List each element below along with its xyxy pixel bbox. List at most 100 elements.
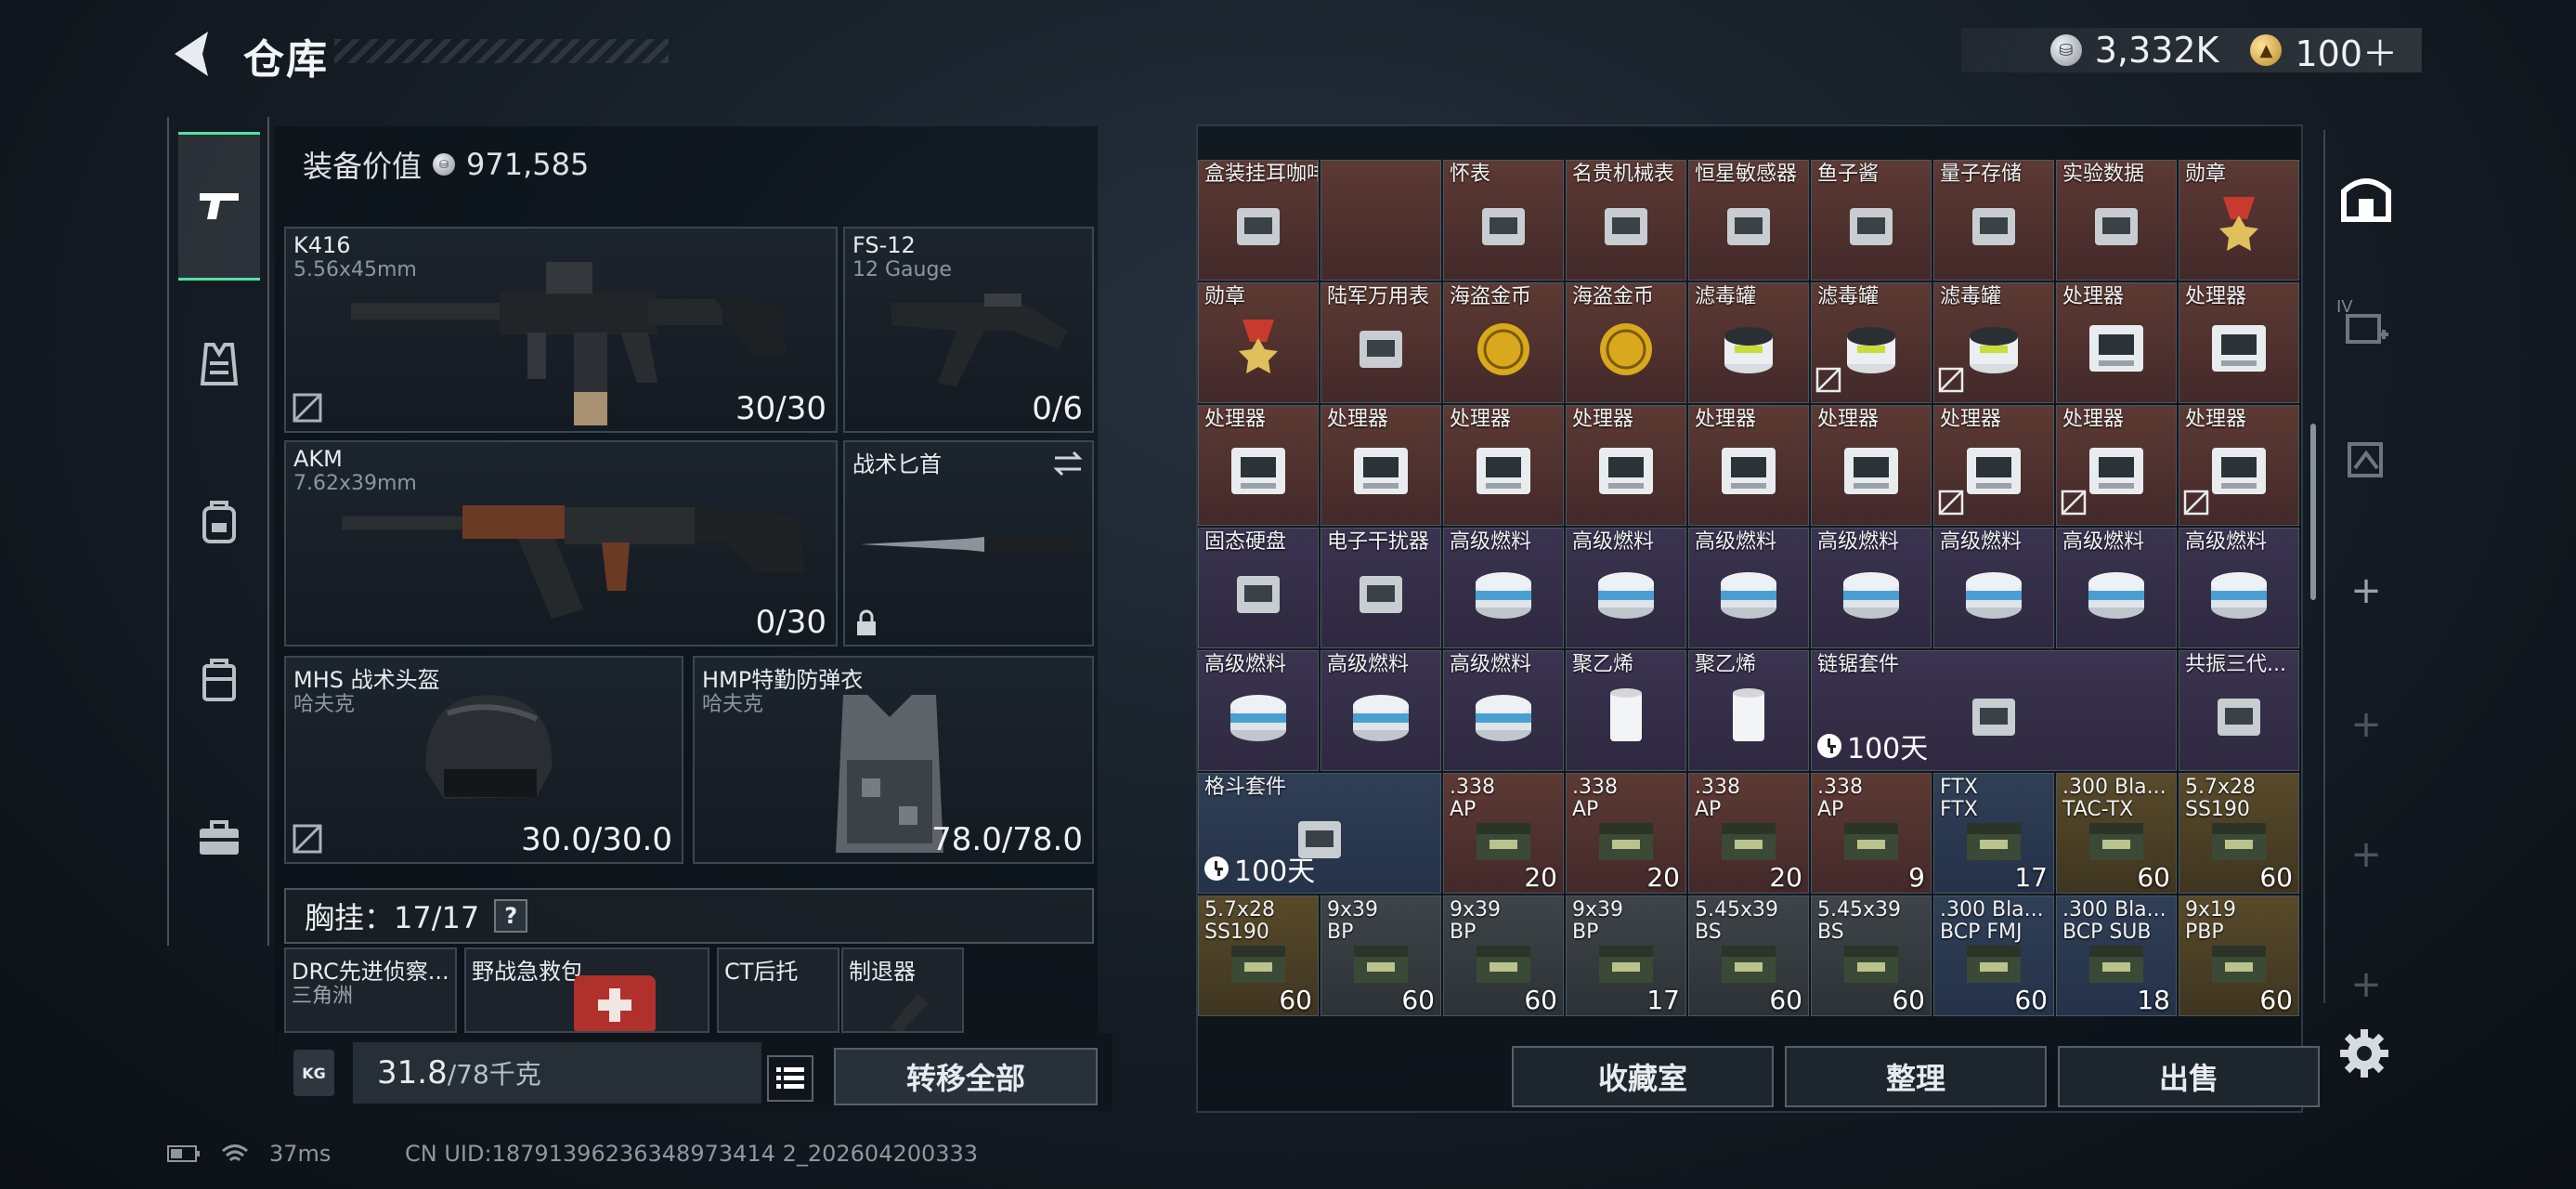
stash-item[interactable]: 高级燃料 xyxy=(1688,528,1809,648)
stash-item[interactable]: 处理器 xyxy=(2179,282,2299,403)
stash-item[interactable]: 高级燃料 xyxy=(2179,528,2299,648)
stash-item[interactable]: 海盗金币 xyxy=(1566,282,1686,403)
stash-item[interactable]: 陆军万用表 xyxy=(1321,282,1441,403)
stash-item[interactable]: 固态硬盘 xyxy=(1198,528,1319,648)
stash-item[interactable]: 盒装挂耳咖啡 xyxy=(1198,160,1319,281)
stash-item[interactable]: 高级燃料 xyxy=(1443,650,1564,771)
add-tab-button[interactable]: + xyxy=(2327,678,2405,771)
stash-item[interactable]: 聚乙烯 xyxy=(1688,650,1809,771)
stash-item[interactable]: .300 Bla... TAC-TX 60 xyxy=(2056,773,2177,894)
ammo-box-icon xyxy=(1839,808,1904,873)
stash-item[interactable]: 高级燃料 xyxy=(2056,528,2177,648)
add-tab-button[interactable]: + xyxy=(2327,938,2405,1031)
stash-item[interactable]: 5.45x39 BS 60 xyxy=(1688,895,1809,1016)
stash-item[interactable]: 高级燃料 xyxy=(1933,528,2054,648)
sell-button[interactable]: 出售 xyxy=(2058,1046,2320,1107)
stash-item[interactable]: .338 AP 20 xyxy=(1443,773,1564,894)
stash-item[interactable] xyxy=(1321,160,1441,281)
rig-slot-item[interactable]: CT后托 xyxy=(717,947,839,1033)
stash-item[interactable]: 怀表 xyxy=(1443,160,1564,281)
rig-slot-item[interactable]: 野战急救包 xyxy=(464,947,709,1033)
sort-button[interactable]: 整理 xyxy=(1785,1046,2047,1107)
stash-item[interactable]: 高级燃料 xyxy=(1566,528,1686,648)
stash-item[interactable]: 处理器 xyxy=(2179,405,2299,526)
stash-item[interactable]: 海盗金币 xyxy=(1443,282,1564,403)
stash-item[interactable]: 滤毒罐 xyxy=(1688,282,1809,403)
stash-item[interactable]: 高级燃料 xyxy=(1443,528,1564,648)
stash-item[interactable]: 勋章 xyxy=(2179,160,2299,281)
stash-item[interactable]: 名贵机械表 xyxy=(1566,160,1686,281)
tab-case[interactable] xyxy=(178,606,260,754)
tab-backpack[interactable] xyxy=(178,448,260,596)
processor-icon xyxy=(2084,440,2149,505)
stash-item[interactable]: 处理器 xyxy=(1933,405,2054,526)
chest-rig-bar[interactable]: 胸挂：17/17 ? xyxy=(284,888,1094,944)
rig-slot-item[interactable]: DRC先进侦察... 三角洲 xyxy=(284,947,457,1033)
collection-room-button[interactable]: 收藏室 xyxy=(1512,1046,1774,1107)
help-icon[interactable]: ? xyxy=(494,899,528,933)
stash-item[interactable]: 量子存储 xyxy=(1933,160,2054,281)
stash-item[interactable]: 滤毒罐 xyxy=(1811,282,1932,403)
stash-item[interactable]: 共振三代... xyxy=(2179,650,2299,771)
stash-item[interactable]: .338 AP 20 xyxy=(1688,773,1809,894)
stash-item[interactable]: 9x39 BP 60 xyxy=(1321,895,1441,1016)
list-view-button[interactable] xyxy=(767,1055,813,1102)
stash-item[interactable]: 恒星敏感器 xyxy=(1688,160,1809,281)
stash-item[interactable]: 处理器 xyxy=(1198,405,1319,526)
stash-item[interactable]: 处理器 xyxy=(2056,282,2177,403)
stash-item[interactable]: 处理器 xyxy=(1688,405,1809,526)
stash-item[interactable]: .300 Bla... BCP SUB 18 xyxy=(2056,895,2177,1016)
stash-item[interactable]: 9x39 BP 17 xyxy=(1566,895,1686,1016)
stash-item[interactable]: 电子干扰器 xyxy=(1321,528,1441,648)
slot-primary-weapon-2[interactable]: AKM 7.62x39mm 0/30 xyxy=(284,440,838,647)
stash-item[interactable]: 勋章 xyxy=(1198,282,1319,403)
slot-secondary-weapon[interactable]: FS-12 12 Gauge 0/6 xyxy=(843,227,1094,433)
tab-weapons[interactable] xyxy=(178,132,260,281)
stash-item[interactable]: 9x19 PBP 60 xyxy=(2179,895,2299,1016)
stash-item[interactable]: FTX FTX 17 xyxy=(1933,773,2054,894)
tab-vest[interactable] xyxy=(178,290,260,438)
item-name: .338 xyxy=(1695,776,1740,799)
plus-icon: + xyxy=(2350,963,2382,1006)
tab-stash-expansion-4[interactable]: IV xyxy=(2327,279,2405,372)
slot-primary-weapon[interactable]: K416 5.56x45mm 30/30 xyxy=(284,227,838,433)
stash-item[interactable]: 处理器 xyxy=(1811,405,1932,526)
stash-item[interactable]: 聚乙烯 xyxy=(1566,650,1686,771)
stash-item[interactable]: 处理器 xyxy=(2056,405,2177,526)
stash-item[interactable]: 5.7x28 SS190 60 xyxy=(2179,773,2299,894)
item-name: .300 Bla... xyxy=(2062,776,2166,799)
tab-stash-expansion-3[interactable] xyxy=(2327,412,2405,505)
stash-scrollbar[interactable] xyxy=(2310,424,2316,600)
slot-armor[interactable]: HMP特勤防弹衣 哈夫克 78.0/78.0 xyxy=(693,656,1094,864)
stash-item[interactable]: 处理器 xyxy=(1443,405,1564,526)
add-tab-button[interactable]: + xyxy=(2327,808,2405,901)
stash-item[interactable]: 5.45x39 BS 60 xyxy=(1811,895,1932,1016)
stash-item[interactable]: 链锯套件 100天 xyxy=(1811,650,2177,771)
slot-melee[interactable]: 战术匕首 xyxy=(843,440,1094,647)
back-button[interactable] xyxy=(167,26,215,82)
transfer-all-button[interactable]: 转移全部 xyxy=(834,1048,1098,1105)
rig-slot-item[interactable]: 制退器 xyxy=(841,947,964,1033)
item-quantity: 60 xyxy=(2259,862,2293,893)
tab-toolbox[interactable] xyxy=(178,764,260,912)
stash-item[interactable]: 高级燃料 xyxy=(1321,650,1441,771)
stash-item[interactable]: .338 AP 9 xyxy=(1811,773,1932,894)
stash-item[interactable]: .300 Bla... BCP FMJ 60 xyxy=(1933,895,2054,1016)
swap-icon[interactable] xyxy=(1051,450,1085,477)
stash-item[interactable]: 滤毒罐 xyxy=(1933,282,2054,403)
stash-item[interactable]: .338 AP 20 xyxy=(1566,773,1686,894)
tab-stash-main[interactable] xyxy=(2327,150,2405,243)
settings-button[interactable] xyxy=(2336,1026,2392,1081)
stash-item[interactable]: 格斗套件 100天 xyxy=(1198,773,1441,894)
stash-item[interactable]: 鱼子酱 xyxy=(1811,160,1932,281)
stash-item[interactable]: 处理器 xyxy=(1321,405,1441,526)
stash-item[interactable]: 高级燃料 xyxy=(1811,528,1932,648)
stash-item[interactable]: 实验数据 xyxy=(2056,160,2177,281)
stash-item[interactable]: 5.7x28 SS190 60 xyxy=(1198,895,1319,1016)
add-tab-button[interactable]: + xyxy=(2327,544,2405,637)
stash-item[interactable]: 处理器 xyxy=(1566,405,1686,526)
page-title: 仓库 xyxy=(243,36,329,84)
stash-item[interactable]: 高级燃料 xyxy=(1198,650,1319,771)
stash-item[interactable]: 9x39 BP 60 xyxy=(1443,895,1564,1016)
slot-helmet[interactable]: MHS 战术头盔 哈夫克 30.0/30.0 xyxy=(284,656,683,864)
